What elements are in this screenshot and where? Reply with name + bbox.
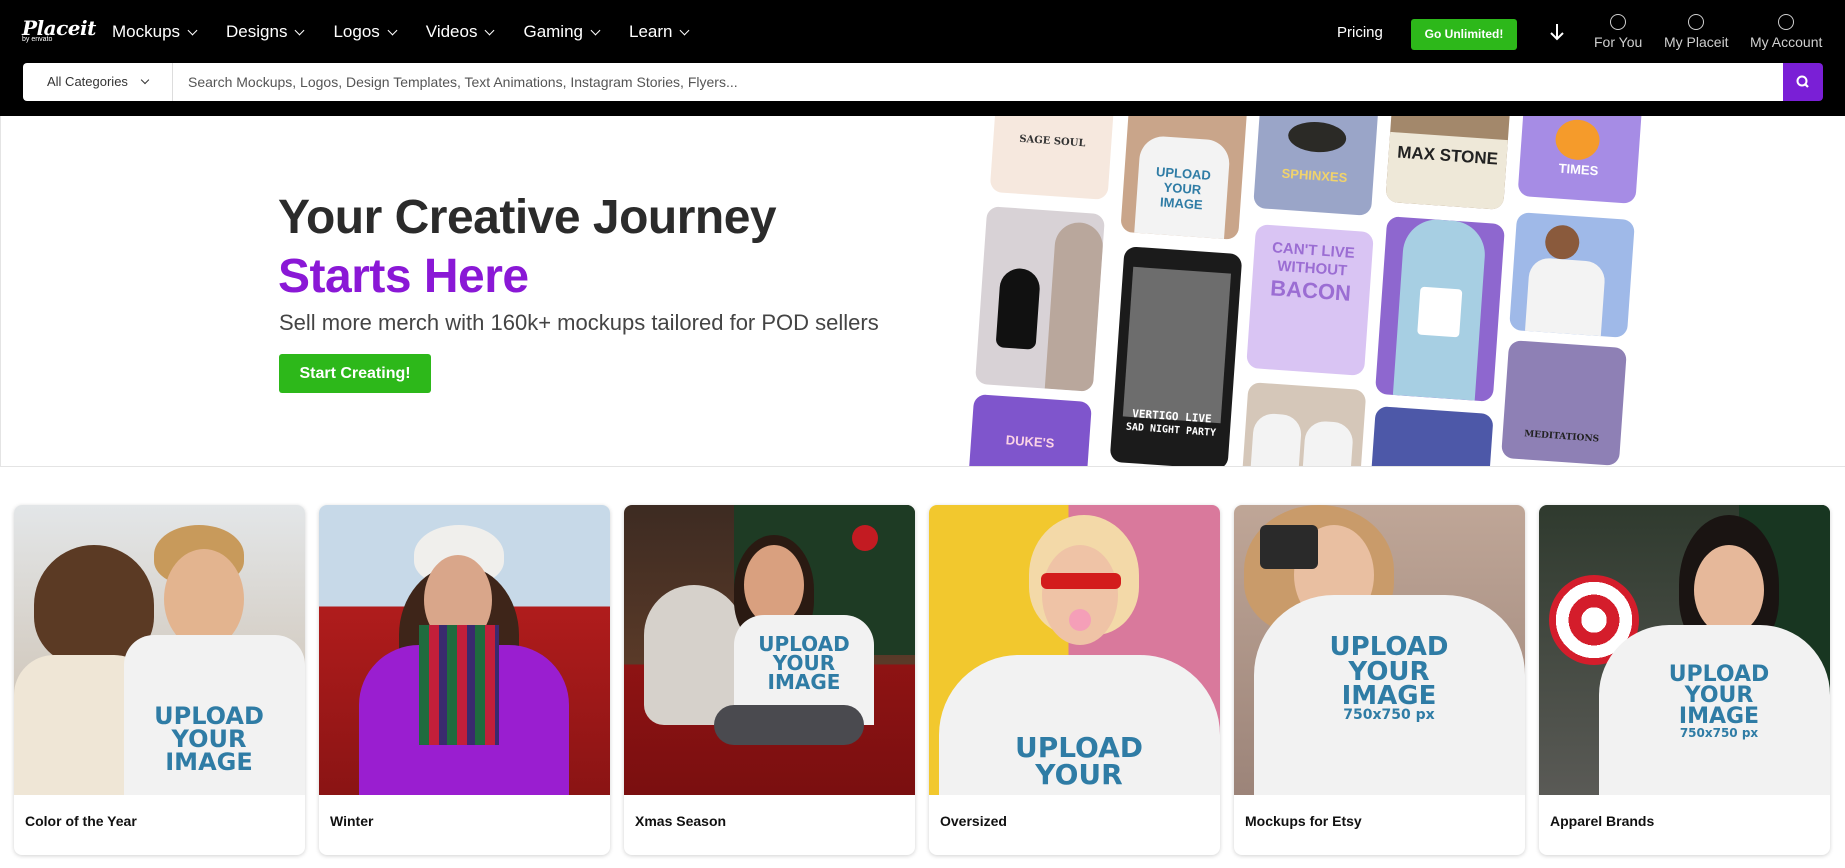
collage-tile-dog-photo[interactable] [974,206,1106,392]
category-card-label: Mockups for Etsy [1245,813,1362,829]
nav-videos-label: Videos [425,22,478,41]
category-card-label: Apparel Brands [1550,813,1655,829]
collage-tile-mug-mockup[interactable] [1374,216,1506,402]
category-image [319,505,610,795]
category-card-winter[interactable]: Winter [319,505,610,855]
pricing-link[interactable]: Pricing [1337,24,1383,41]
nav-designs[interactable]: Designs [226,22,305,42]
placeit-logo[interactable]: Placeit by envato [22,16,96,48]
my-account-label: My Account [1750,34,1823,50]
search-bar: All Categories [0,63,1845,116]
nav-logos[interactable]: Logos [333,22,398,42]
tile-text: MEDITATIONS [1523,429,1600,445]
collage-tile-sphinxes[interactable]: SPHINXES [1253,116,1379,216]
my-account-link[interactable]: My Account [1750,14,1822,50]
search-button[interactable] [1783,63,1823,101]
chevron-down-icon [680,25,690,35]
category-card-label: Oversized [940,813,1007,829]
category-card-label: Winter [330,813,374,829]
tile-text: SAGE SOUL [1018,133,1086,150]
main-menu: Mockups Designs Logos Videos Gaming Lear… [112,22,718,42]
my-placeit-label: My Placeit [1664,34,1729,50]
category-image: UPLOAD YOUR IMAGE 750x750 px [1234,505,1525,795]
collage-tile-dukes[interactable]: DUKE'S [968,393,1092,466]
collage-tile-sage-soul[interactable]: SAGE SOUL [989,116,1115,200]
category-image: UPLOAD YOUR IMAGE [14,505,305,795]
hero-title-accent: Starts Here [278,250,529,303]
category-card-xmas-season[interactable]: UPLOAD YOUR IMAGE Xmas Season [624,505,915,855]
chevron-down-icon [140,75,150,85]
collage-tile-dont-give-up[interactable] [1370,405,1494,466]
upload-print-text: UPLOAD YOUR IMAGE [758,632,850,694]
tile-text: DUKE'S [1005,432,1055,451]
upload-print-text: UPLOAD YOUR IMAGE [154,702,264,776]
hero-banner: Your Creative Journey Starts Here Sell m… [0,116,1845,467]
nav-mockups-label: Mockups [112,22,181,41]
category-cards: UPLOAD YOUR IMAGE Color of the Year Winter… [14,505,1830,855]
hero-subtitle: Sell more merch with 160k+ mockups tailo… [279,310,879,335]
template-collage: SAGE SOUL DUKE'S UPLOAD YOUR IMAGE VERTIGO… [961,116,1661,466]
start-creating-button[interactable]: Start Creating! [279,354,431,393]
collage-tile-couple-hoodies[interactable] [1241,382,1367,466]
chevron-down-icon [387,25,398,35]
nav-videos[interactable]: Videos [425,22,495,42]
collage-tile-delivery-shirt[interactable] [1509,212,1635,338]
chevron-down-icon [485,25,495,35]
category-card-apparel-brands[interactable]: UPLOAD YOUR IMAGE 750x750 px Apparel Brand… [1539,505,1830,855]
chevron-down-icon [295,25,305,35]
category-card-oversized[interactable]: UPLOAD YOUR Oversized [929,505,1220,855]
collage-tile-max-stone[interactable]: MAX STONE [1385,116,1511,210]
collage-tile-shirt-mockup[interactable]: UPLOAD YOUR IMAGE [1120,116,1248,240]
category-select-value: All Categories [47,74,128,89]
category-select[interactable]: All Categories [23,63,173,101]
my-placeit-link[interactable]: My Placeit [1664,14,1729,50]
go-unlimited-button[interactable]: Go Unlimited! [1411,19,1517,50]
search-icon [1796,75,1809,88]
collage-tile-bacon[interactable]: CAN'T LIVE WITHOUT BACON [1246,224,1374,376]
for-you-link[interactable]: For You [1594,14,1642,50]
nav-mockups[interactable]: Mockups [112,22,198,42]
category-image: UPLOAD YOUR [929,505,1220,795]
nav-learn[interactable]: Learn [629,22,690,42]
collage-tile-vertigo-video[interactable]: VERTIGO LIVE SAD NIGHT PARTY [1109,246,1243,466]
category-image: UPLOAD YOUR IMAGE 750x750 px [1539,505,1830,795]
category-card-label: Color of the Year [25,813,137,829]
upload-print-text: UPLOAD YOUR [1014,731,1144,791]
search-input[interactable] [173,63,1783,101]
collage-tile-meditations[interactable]: MEDITATIONS [1501,340,1627,466]
logo-wordmark: Placeit [22,16,96,40]
download-arrow-icon[interactable] [1548,22,1566,42]
category-card-mockups-for-etsy[interactable]: UPLOAD YOUR IMAGE 750x750 px Mockups for E… [1234,505,1525,855]
chevron-down-icon [590,25,601,35]
upload-print-text: UPLOAD YOUR IMAGE 750x750 px [1329,632,1449,724]
category-image: UPLOAD YOUR IMAGE [624,505,915,795]
smiley-icon [1688,14,1705,30]
top-navigation: Placeit by envato Mockups Designs Logos … [0,0,1845,63]
nav-learn-label: Learn [629,22,673,41]
tile-text: TIMES [1558,160,1599,179]
upload-print-text: UPLOAD YOUR IMAGE 750x750 px [1668,662,1770,740]
compass-icon [1610,14,1627,30]
category-card-label: Xmas Season [635,813,727,829]
for-you-label: For You [1594,34,1643,50]
category-card-color-of-the-year[interactable]: UPLOAD YOUR IMAGE Color of the Year [14,505,305,855]
tile-upload-text: UPLOAD YOUR IMAGE [1155,164,1212,213]
collage-tile-good-times[interactable]: TIMES [1517,116,1643,204]
nav-gaming[interactable]: Gaming [523,22,601,42]
user-circle-icon [1778,14,1795,30]
nav-designs-label: Designs [226,22,288,41]
nav-gaming-label: Gaming [523,22,583,41]
hero-title: Your Creative Journey [278,191,777,244]
nav-logos-label: Logos [333,22,380,41]
chevron-down-icon [187,25,198,35]
tile-text: SPHINXES [1281,165,1348,186]
